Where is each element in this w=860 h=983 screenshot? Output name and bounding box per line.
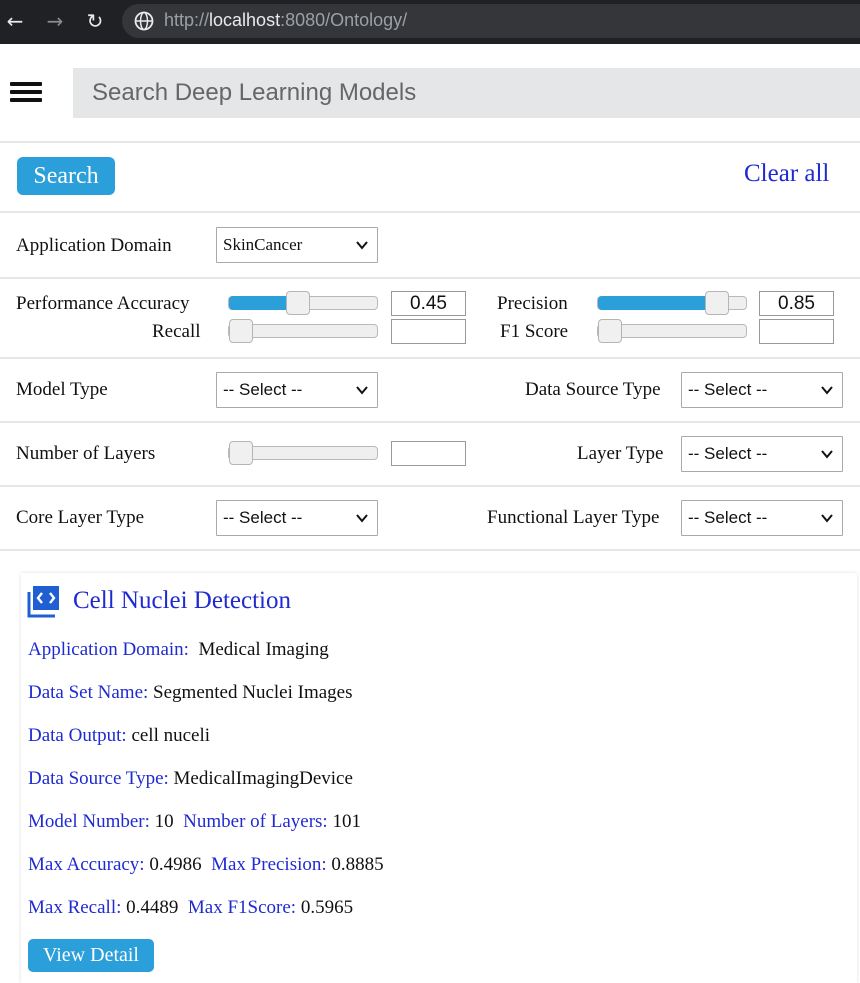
model-type-label: Model Type: [16, 379, 108, 400]
chevron-down-icon: [821, 450, 833, 459]
chevron-down-icon: [356, 386, 368, 395]
data-output-field: Data Output: cell nuceli: [28, 725, 210, 747]
chevron-down-icon: [356, 241, 368, 250]
application-domain-label: Application Domain: [16, 235, 172, 256]
back-icon[interactable]: ←: [2, 8, 28, 34]
core-layer-type-label: Core Layer Type: [16, 507, 145, 528]
data-set-name-field: Data Set Name: Segmented Nuclei Images: [28, 682, 352, 704]
precision-value[interactable]: 0.85: [759, 291, 834, 316]
precision-label: Precision: [497, 293, 568, 314]
performance-accuracy-label: Performance Accuracy: [16, 293, 190, 314]
recall-label: Recall: [152, 321, 201, 342]
data-source-type-label: Data Source Type: [525, 379, 661, 400]
field-key: Data Output:: [28, 725, 127, 746]
number-of-layers-value[interactable]: [391, 441, 466, 466]
slider-thumb[interactable]: [705, 291, 730, 315]
application-domain-select[interactable]: SkinCancer: [216, 227, 378, 263]
field-value: MedicalImagingDevice: [173, 768, 353, 789]
model-type-value: -- Select --: [223, 380, 303, 399]
menu-icon[interactable]: [10, 82, 42, 104]
recall-slider[interactable]: [228, 319, 378, 343]
performance-accuracy-value[interactable]: 0.45: [391, 291, 466, 316]
field-value: 0.8885: [331, 854, 384, 875]
search-input[interactable]: [73, 68, 860, 118]
field-key: Max F1Score:: [187, 897, 297, 918]
max-accuracy-field: Max Accuracy: 0.4986 Max Precision: 0.88…: [28, 854, 384, 876]
slider-thumb[interactable]: [285, 291, 310, 315]
field-value: 101: [332, 811, 361, 832]
field-key: Max Precision:: [211, 854, 327, 875]
f1-score-label: F1 Score: [500, 321, 569, 342]
functional-layer-type-label: Functional Layer Type: [487, 507, 660, 528]
performance-accuracy-slider[interactable]: [228, 291, 378, 315]
divider: [0, 357, 860, 359]
divider: [0, 141, 860, 143]
clear-all-link[interactable]: Clear all: [744, 160, 829, 188]
field-value: Medical Imaging: [198, 639, 329, 660]
divider: [0, 211, 860, 213]
layer-type-label: Layer Type: [577, 443, 664, 464]
url-prefix: http://: [164, 10, 210, 30]
model-type-select[interactable]: -- Select --: [216, 372, 378, 408]
code-icon: [27, 586, 59, 618]
model-number-field: Model Number: 10 Number of Layers: 101: [28, 811, 361, 833]
slider-thumb[interactable]: [229, 441, 253, 465]
f1-score-value[interactable]: [759, 319, 834, 344]
recall-value[interactable]: [391, 319, 466, 344]
chevron-down-icon: [821, 386, 833, 395]
layer-type-value: -- Select --: [688, 444, 768, 463]
result-title[interactable]: Cell Nuclei Detection: [73, 587, 291, 615]
field-value: 10: [154, 811, 174, 832]
reload-icon[interactable]: ↻: [82, 8, 108, 34]
slider-thumb[interactable]: [598, 319, 622, 343]
divider: [0, 421, 860, 423]
divider: [0, 277, 860, 279]
url-host: localhost: [209, 10, 281, 30]
search-button[interactable]: Search: [17, 157, 115, 195]
chevron-down-icon: [356, 514, 368, 523]
field-value: 0.4489: [126, 897, 179, 918]
layer-type-select[interactable]: -- Select --: [681, 436, 843, 472]
browser-toolbar: ← → ↻ http://localhost:8080/Ontology/: [0, 0, 860, 44]
application-domain-value: SkinCancer: [223, 235, 303, 254]
chevron-down-icon: [821, 514, 833, 523]
field-key: Data Source Type:: [28, 768, 169, 789]
field-key: Data Set Name:: [28, 682, 149, 703]
divider: [0, 549, 860, 551]
field-key: Model Number:: [28, 811, 150, 832]
field-value: 0.5965: [300, 897, 354, 918]
precision-slider[interactable]: [597, 291, 747, 315]
functional-layer-type-select[interactable]: -- Select --: [681, 500, 843, 536]
data-source-type-select[interactable]: -- Select --: [681, 372, 843, 408]
data-source-type-field: Data Source Type: MedicalImagingDevice: [28, 768, 353, 790]
slider-thumb[interactable]: [229, 319, 253, 343]
max-recall-field: Max Recall: 0.4489 Max F1Score: 0.5965: [28, 897, 353, 919]
url-path: :8080/Ontology/: [280, 10, 408, 30]
field-key: Max Recall:: [28, 897, 122, 918]
data-source-type-value: -- Select --: [688, 380, 768, 399]
forward-icon[interactable]: →: [42, 8, 68, 34]
address-bar[interactable]: http://localhost:8080/Ontology/: [122, 4, 860, 38]
field-value: cell nuceli: [131, 725, 211, 746]
number-of-layers-label: Number of Layers: [16, 443, 156, 464]
application-domain-field: Application Domain: Medical Imaging: [28, 639, 329, 661]
field-key: Number of Layers:: [183, 811, 328, 832]
field-value: 0.4986: [149, 854, 202, 875]
divider: [0, 485, 860, 487]
slider-fill: [598, 296, 718, 310]
view-detail-button[interactable]: View Detail: [28, 939, 154, 972]
globe-icon: [134, 11, 154, 31]
f1-score-slider[interactable]: [597, 319, 747, 343]
address-url: http://localhost:8080/Ontology/: [164, 10, 407, 31]
number-of-layers-slider[interactable]: [228, 441, 378, 465]
field-key: Max Accuracy:: [28, 854, 145, 875]
field-value: Segmented Nuclei Images: [153, 682, 353, 703]
core-layer-type-value: -- Select --: [223, 508, 303, 527]
field-key: Application Domain:: [28, 639, 189, 660]
functional-layer-type-value: -- Select --: [688, 508, 768, 527]
core-layer-type-select[interactable]: -- Select --: [216, 500, 378, 536]
